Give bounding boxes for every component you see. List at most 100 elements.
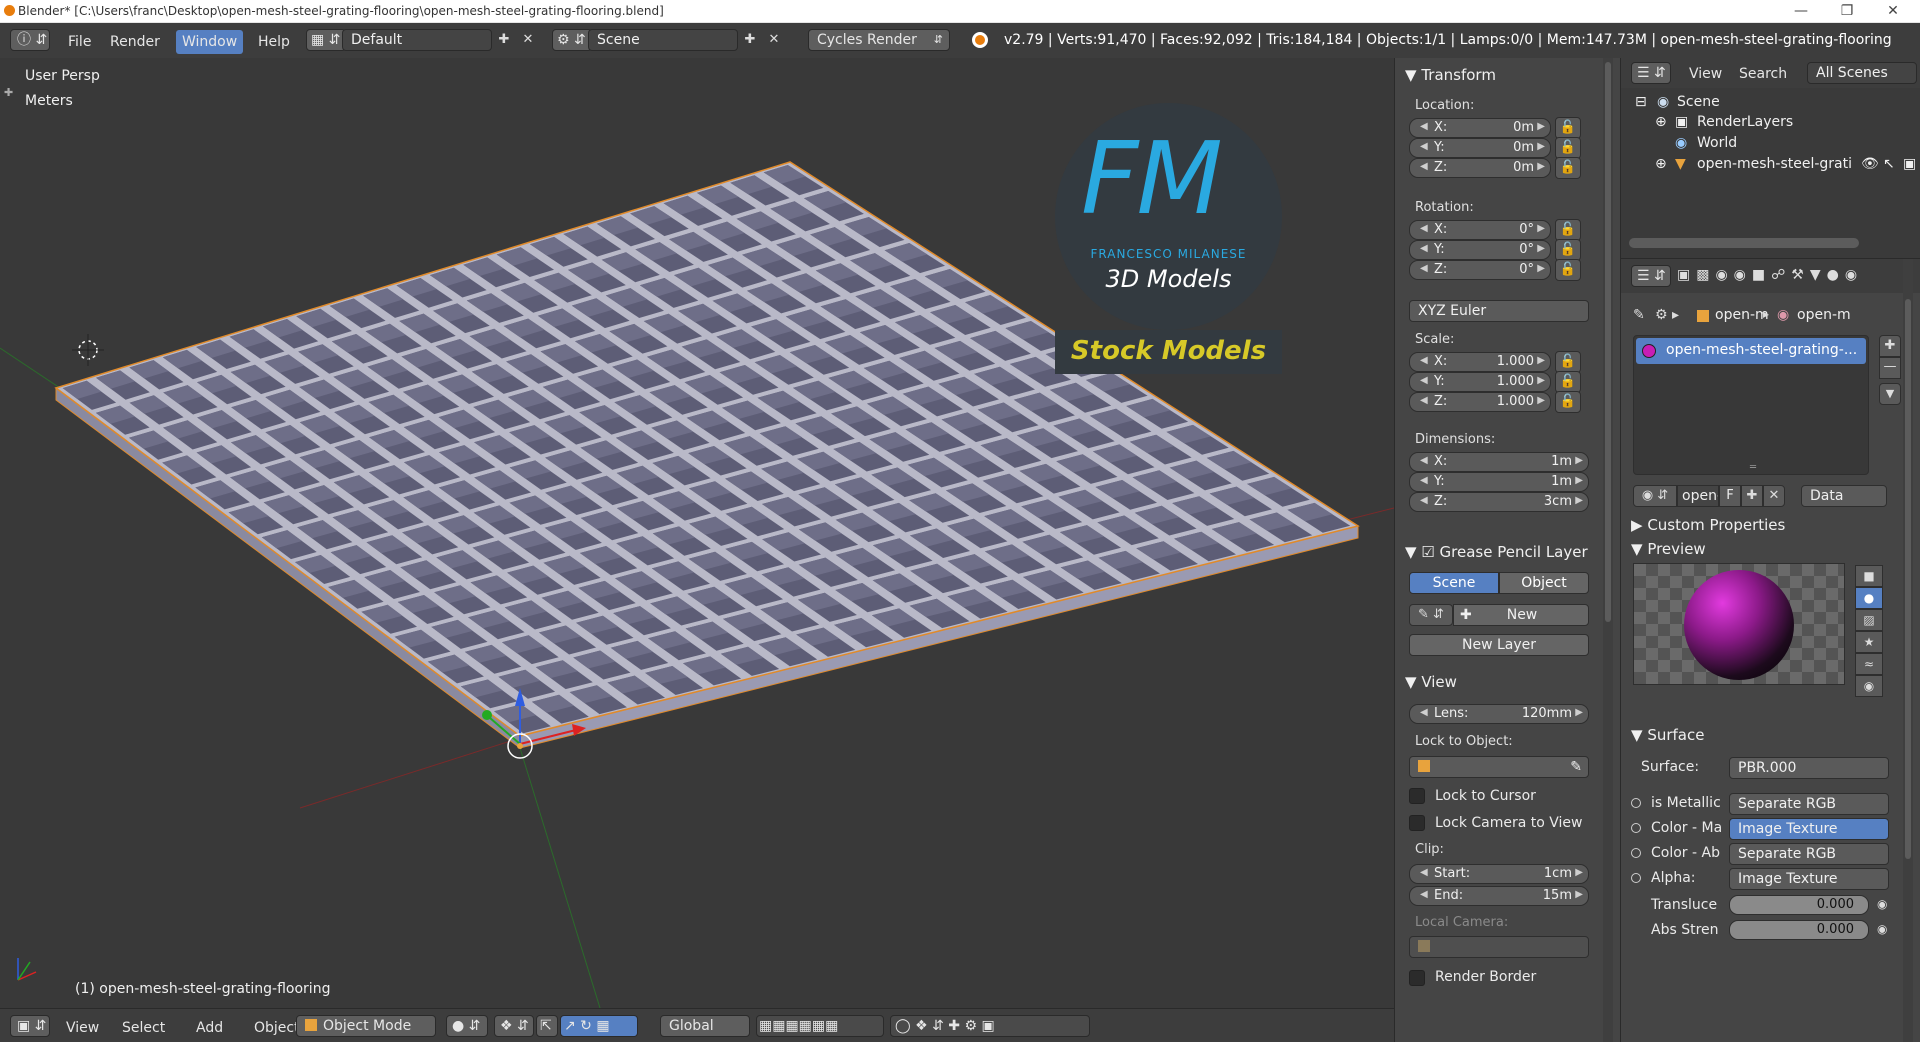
value-slider[interactable]: 0.000: [1729, 895, 1869, 915]
rotation-field[interactable]: ◀ Y: 0° ▶: [1409, 240, 1551, 260]
editor-type-info-icon[interactable]: ⓘ ⇵: [10, 29, 50, 51]
rotation-field[interactable]: ◀ X: 0° ▶: [1409, 220, 1551, 240]
increment-arrow-icon[interactable]: ▶: [1575, 455, 1583, 466]
decrement-arrow-icon[interactable]: ◀: [1420, 375, 1428, 386]
lock-scale-icon[interactable]: 🔓: [1555, 391, 1581, 413]
decrement-arrow-icon[interactable]: ◀: [1420, 141, 1428, 152]
lock-location-icon[interactable]: 🔓: [1555, 157, 1581, 179]
preview-flat-icon[interactable]: ■: [1855, 565, 1883, 587]
fake-user-toggle[interactable]: F: [1719, 485, 1741, 507]
tab-scene[interactable]: Scene: [1409, 572, 1499, 594]
eyedropper-icon[interactable]: ✎: [1570, 757, 1582, 777]
screen-layout-icon[interactable]: ▦ ⇵: [306, 29, 346, 51]
preview-sphere-icon[interactable]: ●: [1855, 587, 1883, 609]
local-camera-field[interactable]: [1409, 936, 1589, 958]
menu-file[interactable]: File: [62, 32, 97, 52]
clip-start-field[interactable]: ◀ Start: 1cm ▶: [1409, 864, 1589, 884]
lock-location-icon[interactable]: 🔓: [1555, 137, 1581, 159]
outliner-display-select[interactable]: All Scenes: [1807, 62, 1917, 84]
input-socket-icon[interactable]: [1631, 848, 1641, 858]
snapping-tools-icon[interactable]: ◯ ❖ ⇵ ✚ ⚙ ▣: [890, 1015, 1090, 1037]
scale-field[interactable]: ◀ Y: 1.000 ▶: [1409, 372, 1551, 392]
menu-select[interactable]: Select: [116, 1018, 171, 1038]
preview-hair-icon[interactable]: ≈: [1855, 653, 1883, 675]
increment-arrow-icon[interactable]: ▶: [1537, 223, 1545, 234]
manipulator-toggle-icon[interactable]: ⇱: [536, 1015, 558, 1037]
orientation-select[interactable]: Global: [660, 1015, 750, 1037]
decrement-arrow-icon[interactable]: ◀: [1420, 395, 1428, 406]
surface-header[interactable]: ▼ Surface: [1621, 723, 1920, 747]
increment-arrow-icon[interactable]: ▶: [1537, 375, 1545, 386]
input-link-select[interactable]: Separate RGB: [1729, 793, 1889, 815]
scale-field[interactable]: ◀ X: 1.000 ▶: [1409, 352, 1551, 372]
input-link-select[interactable]: Separate RGB: [1729, 843, 1889, 865]
lens-field[interactable]: ◀ Lens: 120mm ▶: [1409, 704, 1589, 724]
dimension-field[interactable]: ◀ X: 1m ▶: [1409, 452, 1589, 472]
pin-icon[interactable]: ✎: [1633, 307, 1645, 323]
renderable-camera-icon[interactable]: ▣: [1903, 156, 1916, 172]
add-scene-icon[interactable]: ✚: [740, 29, 760, 51]
increment-arrow-icon[interactable]: ▶: [1575, 495, 1583, 506]
decrement-arrow-icon[interactable]: ◀: [1420, 121, 1428, 132]
transform-title[interactable]: ▼ Transform: [1405, 66, 1496, 84]
preview-cube-icon[interactable]: ▨: [1855, 609, 1883, 631]
outliner-hscrollbar[interactable]: [1629, 238, 1859, 248]
decrement-arrow-icon[interactable]: ◀: [1420, 243, 1428, 254]
increment-arrow-icon[interactable]: ▶: [1537, 161, 1545, 172]
input-socket-icon[interactable]: [1631, 873, 1641, 883]
npanel-scrollbar[interactable]: [1603, 58, 1613, 1042]
unlink-material-icon[interactable]: ✕: [1763, 485, 1785, 507]
new-material-icon[interactable]: ✚: [1741, 485, 1763, 507]
dimension-field[interactable]: ◀ Z: 3cm ▶: [1409, 492, 1589, 512]
lock-camera-checkbox[interactable]: [1409, 815, 1425, 831]
properties-scrollbar[interactable]: [1903, 259, 1913, 1042]
link-socket-icon[interactable]: ◉: [1877, 922, 1887, 936]
input-link-select[interactable]: Image Texture: [1729, 818, 1889, 840]
link-socket-icon[interactable]: ◉: [1877, 897, 1887, 911]
lock-rotation-icon[interactable]: 🔓: [1555, 219, 1581, 241]
material-slots-list[interactable]: open-mesh-steel-grating-... ═: [1633, 335, 1869, 475]
decrement-arrow-icon[interactable]: ◀: [1420, 161, 1428, 172]
link-select[interactable]: Data: [1801, 485, 1887, 507]
menu-help[interactable]: Help: [252, 32, 296, 52]
menu-render[interactable]: Render: [104, 32, 166, 52]
value-slider[interactable]: 0.000: [1729, 920, 1869, 940]
lock-scale-icon[interactable]: 🔓: [1555, 351, 1581, 373]
lock-to-cursor-checkbox[interactable]: [1409, 788, 1425, 804]
outliner-menu-search[interactable]: Search: [1733, 64, 1793, 84]
material-name-field[interactable]: open-: [1677, 485, 1719, 507]
input-socket-icon[interactable]: [1631, 823, 1641, 833]
new-gpencil-button[interactable]: ✚ New: [1453, 604, 1589, 626]
preview-header[interactable]: ▼ Preview: [1621, 537, 1920, 561]
manipulator-types-icon[interactable]: ↗ ↻ ▦: [560, 1015, 638, 1037]
scene-selector-icon[interactable]: ⚙ ⇵: [552, 29, 592, 51]
remove-slot-icon[interactable]: —: [1879, 357, 1901, 379]
location-field[interactable]: ◀ X: 0m ▶: [1409, 118, 1551, 138]
clip-end-field[interactable]: ◀ End: 15m ▶: [1409, 886, 1589, 906]
add-slot-icon[interactable]: ✚: [1879, 335, 1901, 357]
close-icon[interactable]: ✕: [1870, 0, 1916, 23]
editor-type-3dview-icon[interactable]: ▣ ⇵: [10, 1015, 50, 1037]
view-panel-title[interactable]: ▼ View: [1405, 673, 1457, 691]
increment-arrow-icon[interactable]: ▶: [1537, 263, 1545, 274]
expand-renderlayers-icon[interactable]: ⊕: [1655, 114, 1667, 130]
render-engine-select[interactable]: Cycles Render ⇵: [808, 29, 950, 51]
preview-type-buttons[interactable]: ■ ● ▨ ★ ≈ ◉: [1855, 565, 1883, 705]
increment-arrow-icon[interactable]: ▶: [1537, 355, 1545, 366]
menu-view[interactable]: View: [60, 1018, 105, 1038]
scene-name-field[interactable]: Scene: [588, 29, 738, 51]
slot-specials-icon[interactable]: ▼: [1879, 383, 1901, 405]
menu-add[interactable]: Add: [190, 1018, 229, 1038]
outliner-row-renderlayers[interactable]: RenderLayers: [1697, 114, 1793, 130]
preview-world-icon[interactable]: ◉: [1855, 675, 1883, 697]
viewport-shading-icon[interactable]: ● ⇵: [446, 1015, 488, 1037]
pencil-icon[interactable]: ✎ ⇵: [1409, 604, 1453, 626]
editor-type-outliner-icon[interactable]: ☰ ⇵: [1631, 62, 1671, 84]
decrement-arrow-icon[interactable]: ◀: [1420, 263, 1428, 274]
input-link-select[interactable]: Image Texture: [1729, 868, 1889, 890]
3d-viewport[interactable]: User Persp Meters (1) open-mesh-steel-gr…: [0, 58, 1394, 1008]
expand-scene-icon[interactable]: ⊟: [1635, 94, 1647, 110]
render-border-checkbox[interactable]: [1409, 970, 1425, 986]
editor-type-properties-icon[interactable]: ☰ ⇵: [1631, 265, 1671, 287]
list-resize-handle-icon[interactable]: ═: [1750, 462, 1756, 473]
